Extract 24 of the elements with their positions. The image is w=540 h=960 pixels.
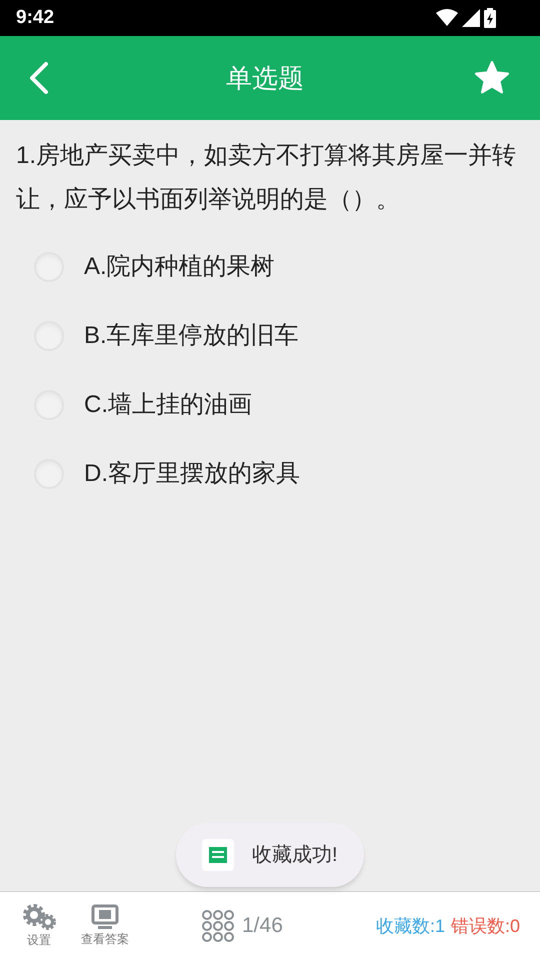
battery-icon xyxy=(484,8,496,28)
wifi-icon xyxy=(436,9,458,27)
favorites-count: 收藏数:1 xyxy=(376,914,445,938)
answer-option[interactable]: D.客厅里摆放的家具 xyxy=(34,439,540,508)
toast-message: 收藏成功! xyxy=(252,843,338,868)
monitor-icon xyxy=(91,904,119,930)
question-text: 1.房地产买卖中，如卖方不打算将其房屋一并转让，应予以书面列举说明的是（）。 xyxy=(15,141,518,215)
answer-option[interactable]: B.车库里停放的旧车 xyxy=(34,301,540,370)
answer-option[interactable]: A.院内种植的果树 xyxy=(34,232,540,301)
signal-icon xyxy=(462,9,480,27)
settings-button[interactable]: 设置 xyxy=(10,903,68,949)
page-title: 单选题 xyxy=(226,62,304,94)
answer-option[interactable]: C.墙上挂的油画 xyxy=(34,370,540,439)
grid-icon xyxy=(202,910,234,942)
view-answer-button[interactable]: 查看答案 xyxy=(70,904,140,948)
settings-icon xyxy=(21,903,57,931)
option-label: C.墙上挂的油画 xyxy=(84,390,252,420)
back-icon xyxy=(28,61,50,95)
app-icon xyxy=(202,839,234,871)
option-label: D.客厅里摆放的家具 xyxy=(84,458,300,488)
option-label: A.院内种植的果树 xyxy=(84,252,275,282)
errors-count: 错误数:0 xyxy=(450,914,520,938)
status-time: 9:42 xyxy=(16,6,54,30)
option-label: B.车库里停放的旧车 xyxy=(84,320,299,350)
